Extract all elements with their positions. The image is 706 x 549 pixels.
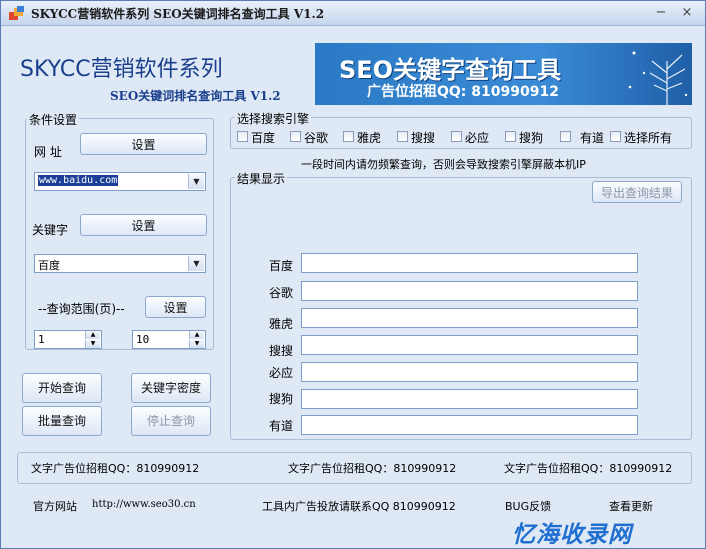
result-field-baidu[interactable] <box>301 253 638 273</box>
start-query-button[interactable]: 开始查询 <box>22 373 102 403</box>
keyword-density-button[interactable]: 关键字密度 <box>131 373 211 403</box>
checkbox-youdao[interactable] <box>560 131 571 142</box>
range-to-value: 10 <box>136 333 150 346</box>
result-field-soso[interactable] <box>301 335 638 355</box>
engine-label: 百度 <box>251 131 276 145</box>
result-label: 百度 <box>269 259 294 273</box>
watermark-logo: 忆海收录网 <box>512 522 632 548</box>
result-field-sogou[interactable] <box>301 389 638 409</box>
result-label: 谷歌 <box>269 286 294 300</box>
text-ad[interactable]: 文字广告位招租QQ：810990912 <box>288 460 456 476</box>
client-area: SKYCC营销软件系列 SEO关键词排名查询工具 V1.2 SEO关键字查询工具… <box>4 26 701 544</box>
result-field-youdao[interactable] <box>301 415 638 435</box>
checkbox-sogou[interactable] <box>505 131 516 142</box>
brand-title: SKYCC营销软件系列 <box>20 57 223 82</box>
spin-down-icon[interactable]: ▼ <box>189 340 204 348</box>
chevron-down-icon[interactable]: ▼ <box>188 256 204 271</box>
stop-query-button[interactable]: 停止查询 <box>131 406 211 436</box>
bug-feedback-link[interactable]: BUG反馈 <box>505 498 551 514</box>
banner-ad-text: 广告位招租QQ: 810990912 <box>367 84 559 100</box>
engines-group-label: 选择搜索引擎 <box>235 110 312 127</box>
checkbox-yahoo[interactable] <box>343 131 354 142</box>
batch-query-button[interactable]: 批量查询 <box>22 406 102 436</box>
range-to-stepper[interactable]: 10 ▲ ▼ <box>132 330 206 349</box>
warning-text: 一段时间内请勿频繁查询，否则会导致搜索引擎屏蔽本机IP <box>301 158 586 171</box>
spin-up-icon[interactable]: ▲ <box>189 331 204 339</box>
range-label: --查询范围(页)-- <box>38 302 125 316</box>
result-label: 有道 <box>269 419 294 433</box>
result-label: 搜搜 <box>269 344 294 358</box>
text-ad[interactable]: 文字广告位招租QQ：810990912 <box>504 460 672 476</box>
spin-up-icon[interactable]: ▲ <box>85 331 100 339</box>
app-window: SKYCC营销软件系列 SEO关键词排名查询工具 V1.2 − × SKYCC营… <box>0 0 706 549</box>
engine-label: 雅虎 <box>357 131 382 145</box>
checkbox-google[interactable] <box>290 131 301 142</box>
keyword-set-button[interactable]: 设置 <box>80 214 207 236</box>
official-site-link[interactable]: http://www.seo30.cn <box>92 499 196 510</box>
url-set-button[interactable]: 设置 <box>80 133 207 155</box>
text-ad[interactable]: 文字广告位招租QQ：810990912 <box>31 460 199 476</box>
checkbox-select-all[interactable] <box>610 131 621 142</box>
chevron-down-icon[interactable]: ▼ <box>188 174 204 189</box>
snow-tree-icon <box>628 51 688 105</box>
check-update-link[interactable]: 查看更新 <box>609 498 653 514</box>
export-results-button[interactable]: 导出查询结果 <box>592 181 682 203</box>
range-from-value: 1 <box>38 333 45 346</box>
result-label: 搜狗 <box>269 392 294 406</box>
engine-label: 必应 <box>465 131 490 145</box>
spin-down-icon[interactable]: ▼ <box>85 340 100 348</box>
checkbox-baidu[interactable] <box>237 131 248 142</box>
minimize-button[interactable]: − <box>653 6 669 20</box>
close-button[interactable]: × <box>679 6 695 20</box>
url-value: www.baidu.com <box>38 175 119 186</box>
product-subtitle: SEO关键词排名查询工具 V1.2 <box>110 89 281 103</box>
engine-label: 选择所有 <box>624 131 673 145</box>
range-from-stepper[interactable]: 1 ▲ ▼ <box>34 330 102 349</box>
keyword-select[interactable]: 百度 ▼ <box>34 254 206 273</box>
url-select[interactable]: www.baidu.com ▼ <box>34 172 206 191</box>
engine-label: 有道 <box>580 131 605 145</box>
conditions-group-label: 条件设置 <box>27 111 80 128</box>
engine-label: 搜搜 <box>411 131 436 145</box>
ad-banner[interactable]: SEO关键字查询工具 广告位招租QQ: 810990912 <box>315 43 692 105</box>
result-field-yahoo[interactable] <box>301 308 638 328</box>
title-bar[interactable]: SKYCC营销软件系列 SEO关键词排名查询工具 V1.2 − × <box>1 1 705 26</box>
keyword-value: 百度 <box>38 259 60 272</box>
url-label: 网 址 <box>34 145 62 159</box>
engine-label: 谷歌 <box>304 131 329 145</box>
checkbox-bing[interactable] <box>451 131 462 142</box>
engine-label: 搜狗 <box>519 131 544 145</box>
checkbox-soso[interactable] <box>397 131 408 142</box>
result-field-google[interactable] <box>301 281 638 301</box>
banner-title: SEO关键字查询工具 <box>339 56 562 84</box>
results-group-label: 结果显示 <box>235 170 288 187</box>
result-label: 必应 <box>269 366 294 380</box>
result-field-bing[interactable] <box>301 362 638 382</box>
app-icon <box>9 6 24 20</box>
ad-contact-text: 工具内广告投放请联系QQ 810990912 <box>262 500 456 513</box>
keyword-label: 关键字 <box>32 223 69 237</box>
official-site-label: 官方网站 <box>33 500 77 513</box>
window-title: SKYCC营销软件系列 SEO关键词排名查询工具 V1.2 <box>31 7 325 21</box>
result-label: 雅虎 <box>269 317 294 331</box>
range-set-button[interactable]: 设置 <box>145 296 206 318</box>
